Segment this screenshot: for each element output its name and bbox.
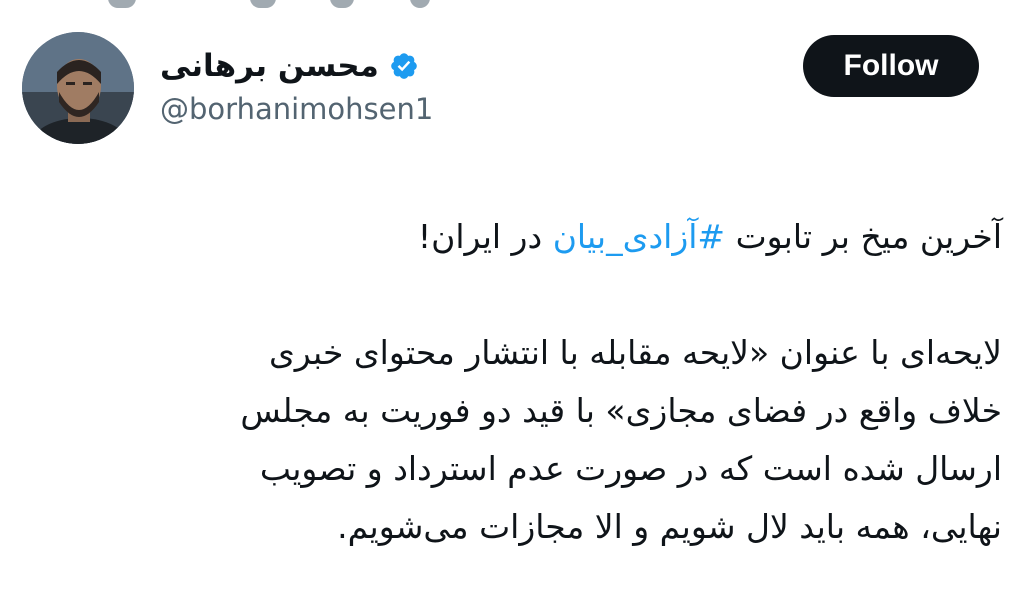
follow-button[interactable]: Follow <box>803 35 979 97</box>
tweet-paragraph-line: لایحه‌ای با عنوان «لایحه مقابله با انتشا… <box>268 333 1002 372</box>
author-display-name[interactable]: محسن برهانی <box>160 48 379 84</box>
intro-text-after: در ایران! <box>417 217 553 256</box>
avatar-photo <box>22 32 134 144</box>
tweet-text: آخرین میخ بر تابوت #آزادی_بیان در ایران!… <box>62 208 1002 556</box>
tweet-paragraph-line: ارسال شده است که در صورت عدم استرداد و ت… <box>259 449 1002 488</box>
author-handle[interactable]: @borhanimohsen1 <box>160 92 433 126</box>
intro-text-before: آخرین میخ بر تابوت <box>725 217 1002 256</box>
tweet-paragraph-line: خلاف واقع در فضای مجازی» با قید دو فوریت… <box>240 391 1002 430</box>
tweet-header: محسن برهانی @borhanimohsen1 Follow <box>0 0 1024 160</box>
author-name-row: محسن برهانی <box>160 46 419 86</box>
hashtag-link[interactable]: #آزادی_بیان <box>553 217 725 256</box>
author-avatar[interactable] <box>22 32 134 144</box>
tweet-paragraph-line: نهایی، همه باید لال شویم و الا مجازات می… <box>337 507 1002 546</box>
verified-badge-icon <box>389 51 419 81</box>
tweet-intro-line: آخرین میخ بر تابوت #آزادی_بیان در ایران! <box>62 208 1002 266</box>
